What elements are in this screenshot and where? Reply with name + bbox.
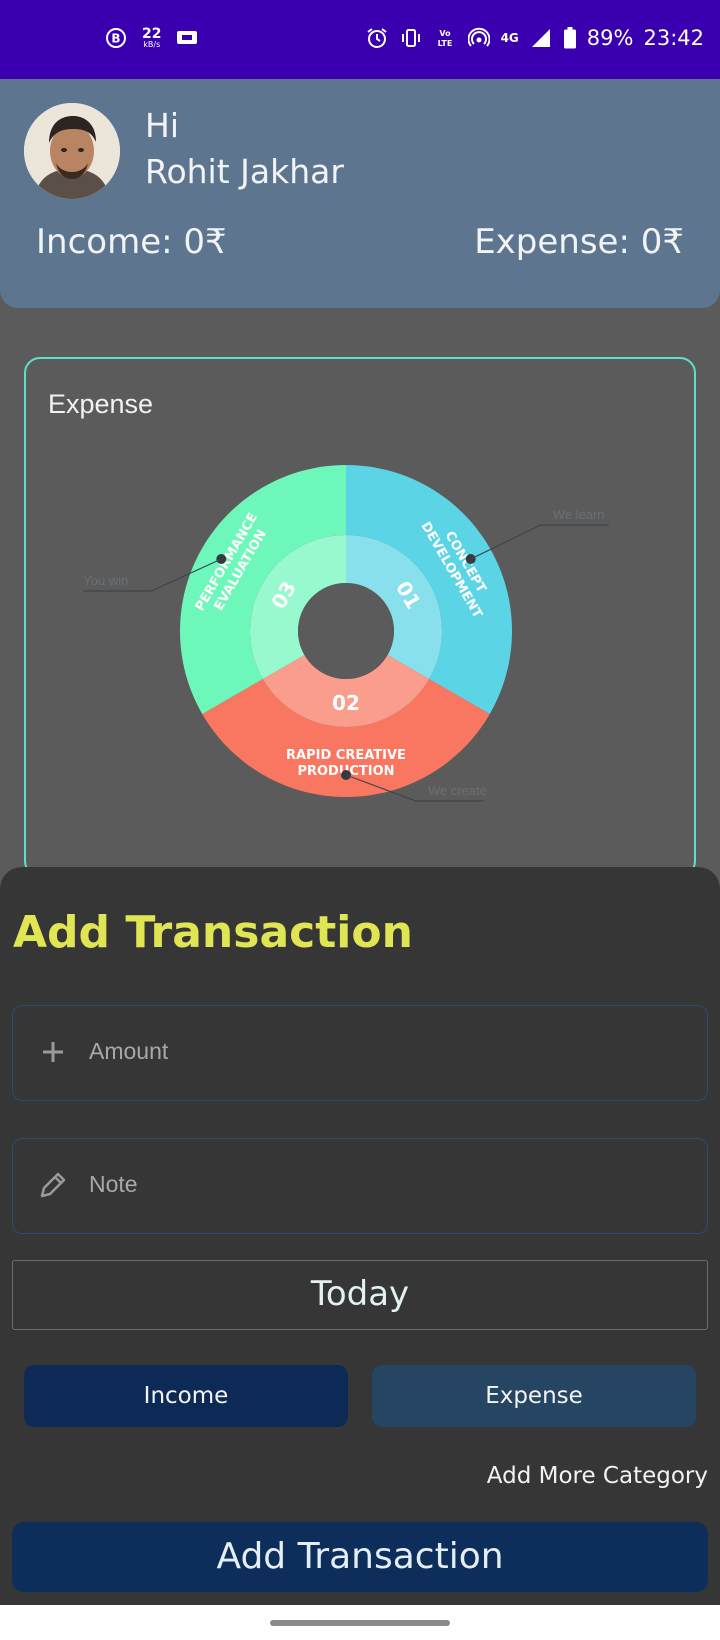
hotspot-icon [467, 26, 491, 50]
status-bar: B 22 kB/s Vo LTE 4G 89% 23:42 [0, 0, 720, 79]
chart-callout-label: We learn [553, 507, 605, 522]
expense-button[interactable]: Expense [372, 1365, 696, 1427]
plus-icon [33, 1032, 73, 1072]
svg-text:B: B [111, 32, 120, 46]
cast-icon [175, 26, 199, 50]
amount-field[interactable]: Amount [12, 1005, 708, 1101]
battery-icon [563, 26, 577, 50]
note-placeholder: Note [89, 1171, 138, 1197]
clock: 23:42 [643, 26, 704, 50]
income-total: Income: 0₹ [36, 222, 227, 262]
pencil-icon [33, 1165, 73, 1205]
add-transaction-sheet: Add Transaction Amount Note Today Income… [0, 867, 720, 1605]
volte-icon: Vo LTE [433, 26, 457, 50]
avatar[interactable] [24, 103, 120, 199]
battery-level: 89% [586, 26, 634, 50]
chart-callout-label: You win [83, 573, 128, 588]
greeting-block: Hi Rohit Jakhar [145, 103, 344, 195]
vibrate-icon [399, 26, 423, 50]
volte-label: LTE [437, 39, 452, 48]
expense-chart: 01 CONCEPTDEVELOPMENTWe learn02RAPID CREA… [83, 465, 609, 802]
signal-icon [529, 26, 553, 50]
chart-center-hole [298, 583, 394, 679]
navigation-bar [0, 1605, 720, 1640]
date-picker[interactable]: Today [12, 1260, 708, 1330]
greeting-text: Hi [145, 106, 179, 145]
note-field[interactable]: Note [12, 1138, 708, 1234]
status-right: Vo LTE 4G 89% 23:42 [365, 26, 704, 50]
b-icon: B [104, 26, 128, 50]
expense-total: Expense: 0₹ [474, 222, 684, 262]
net-speed-value: 22 [142, 26, 162, 42]
net-speed: 22 kB/s [142, 27, 161, 49]
expense-chart-card: Expense 01 CONCEPTDEVELOPMENT We learn 02 RA… [24, 357, 696, 877]
amount-placeholder: Amount [89, 1038, 169, 1064]
status-left: B 22 kB/s [104, 26, 199, 50]
add-transaction-button[interactable]: Add Transaction [12, 1522, 708, 1592]
add-category-link[interactable]: Add More Category [487, 1463, 708, 1489]
svg-text:Vo: Vo [439, 29, 451, 38]
chart-callout-label: We create [428, 783, 487, 798]
profile-header: Hi Rohit Jakhar Income: 0₹ Expense: 0₹ [0, 79, 720, 308]
user-name: Rohit Jakhar [145, 152, 344, 191]
home-gesture-handle[interactable] [270, 1620, 450, 1626]
net-speed-unit: kB/s [143, 40, 161, 49]
alarm-icon [365, 26, 389, 50]
network-type: 4G [500, 31, 519, 45]
chart-segment-number: 02 [332, 691, 360, 715]
income-button[interactable]: Income [24, 1365, 348, 1427]
sheet-title: Add Transaction [13, 907, 413, 958]
